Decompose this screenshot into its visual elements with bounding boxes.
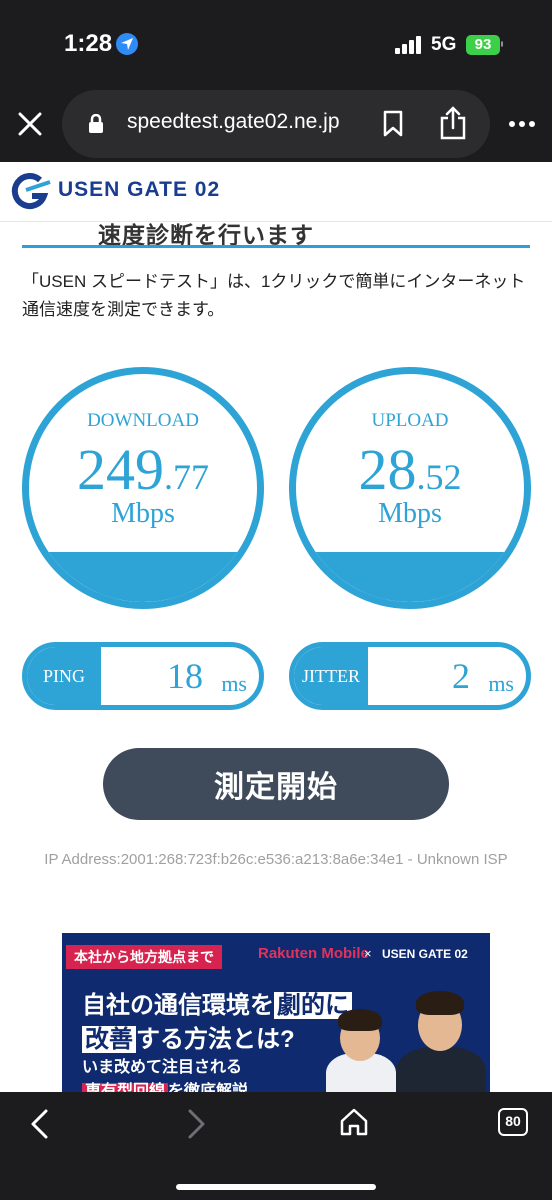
jitter-value: 2 — [452, 656, 470, 696]
download-label: DOWNLOAD — [87, 410, 199, 431]
site-logo-text[interactable]: USEN GATE 02 — [58, 178, 220, 202]
ad-headline-2b: する方法とは? — [136, 1026, 295, 1053]
ad-subline-2: 専有型回線 を徹底解説 — [82, 1077, 248, 1093]
ad-headline-2: 改善 する方法とは? — [82, 1019, 295, 1054]
ad-brand-rakuten: Rakuten Mobile — [258, 945, 369, 962]
download-value-int: 249 — [77, 437, 164, 502]
charging-icon — [501, 41, 503, 47]
share-icon[interactable] — [439, 106, 467, 140]
download-value-dec: .77 — [164, 457, 209, 497]
ping-unit: ms — [221, 671, 247, 696]
home-indicator — [176, 1184, 376, 1190]
ip-address-text: IP Address:2001:268:723f:b26c:e536:a213:… — [44, 851, 508, 868]
ad-headline-1a: 自社の通信環境を — [82, 992, 274, 1019]
upload-value-dec: .52 — [416, 457, 462, 497]
more-options-icon[interactable] — [508, 120, 536, 128]
status-time: 1:28 — [64, 30, 113, 57]
upload-label: UPLOAD — [371, 410, 449, 431]
battery-indicator: 93 — [466, 35, 500, 55]
jitter-unit: ms — [488, 671, 514, 696]
lock-icon — [89, 114, 103, 133]
ad-banner[interactable]: 本社から地方拠点まで Rakuten Mobile × USEN GATE 02… — [62, 933, 490, 1093]
bookmark-icon[interactable] — [381, 110, 405, 138]
back-icon[interactable] — [28, 1108, 52, 1140]
tabs-count-icon[interactable]: 80 — [498, 1108, 528, 1136]
location-arrow-icon — [116, 33, 138, 55]
ad-x: × — [364, 946, 372, 961]
heading-divider — [22, 245, 530, 248]
jitter-label: JITTER — [294, 647, 368, 705]
ping-result: PING 18 ms — [22, 642, 264, 710]
ping-value: 18 — [167, 656, 203, 696]
forward-icon[interactable] — [184, 1108, 208, 1140]
network-type: 5G — [431, 34, 457, 55]
ad-tag: 本社から地方拠点まで — [66, 945, 222, 969]
url-text[interactable]: speedtest.gate02.ne.jp — [127, 110, 340, 134]
home-icon[interactable] — [338, 1106, 370, 1138]
close-icon[interactable] — [16, 110, 44, 138]
download-gauge: DOWNLOAD 249.77 Mbps — [22, 367, 264, 609]
ad-headline-2-highlight: 改善 — [82, 1026, 136, 1053]
ad-person-right — [392, 973, 488, 1093]
start-test-button[interactable]: 測定開始 — [103, 748, 449, 820]
ping-label: PING — [27, 647, 101, 705]
upload-unit: Mbps — [378, 498, 442, 529]
download-unit: Mbps — [111, 498, 175, 529]
download-gauge-fill — [29, 552, 257, 602]
jitter-result: JITTER 2 ms — [289, 642, 531, 710]
upload-gauge-fill — [296, 552, 524, 602]
upload-gauge: UPLOAD 28.52 Mbps — [289, 367, 531, 609]
ad-subline-1: いま改めて注目される — [82, 1059, 243, 1076]
site-header: USEN GATE 02 — [0, 162, 552, 222]
usen-logo-icon[interactable] — [10, 172, 54, 212]
ad-headline-1: 自社の通信環境を 劇的に — [82, 985, 352, 1020]
ad-brand-usen: USEN GATE 02 — [382, 947, 468, 961]
upload-value-int: 28 — [358, 437, 417, 502]
signal-icon — [395, 36, 421, 54]
download-value: 249.77 — [29, 436, 257, 503]
ad-person-left — [320, 993, 400, 1093]
intro-text: 「USEN スピードテスト」は、1クリックで簡単にインターネット通信速度を測定で… — [22, 272, 526, 319]
upload-value: 28.52 — [296, 436, 524, 503]
